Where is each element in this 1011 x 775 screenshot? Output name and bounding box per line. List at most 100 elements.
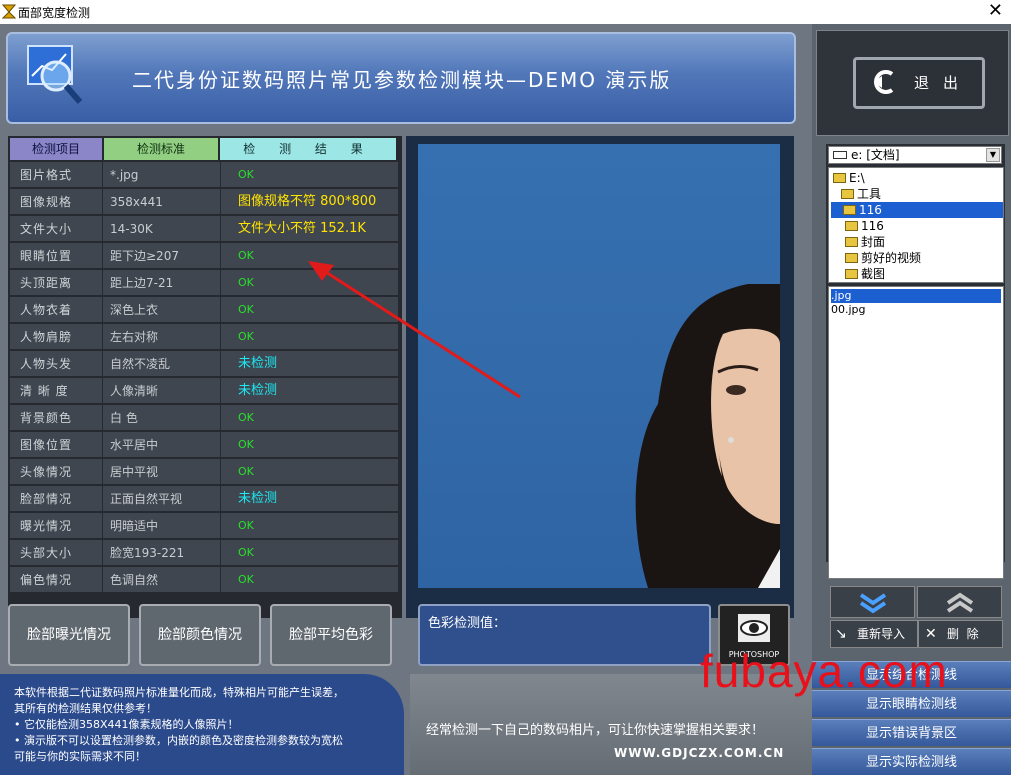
- cell-standard: 水平居中: [110, 438, 159, 452]
- cell-standard: 脸宽193-221: [110, 546, 185, 560]
- dir-item-selected[interactable]: 116: [831, 202, 1003, 218]
- table-row: 头像情况 居中平视 OK: [10, 459, 398, 485]
- cell-item: 人物衣着: [20, 303, 73, 317]
- table-row: 背景颜色 白 色 OK: [10, 405, 398, 431]
- cell-standard: 自然不凌乱: [110, 357, 171, 371]
- cell-standard: 人像清晰: [110, 384, 159, 398]
- header-banner: 二代身份证数码照片常见参数检测模块—DEMO 演示版: [6, 32, 796, 124]
- delete-label: 删 除: [947, 627, 979, 641]
- drive-select[interactable]: e: [文档] ▼: [828, 146, 1002, 164]
- show-bad-background-button[interactable]: 显示错误背景区: [812, 719, 1011, 746]
- exit-button[interactable]: 退出: [853, 57, 985, 109]
- footer-url: WWW.GDJCZX.COM.CN: [614, 746, 785, 760]
- cell-item: 文件大小: [20, 222, 73, 236]
- file-item[interactable]: 00.jpg: [831, 303, 866, 317]
- cell-item: 头部大小: [20, 546, 73, 560]
- title-bar: 面部宽度检测 ✕: [0, 0, 1011, 24]
- watermark: fubaya.com: [700, 645, 948, 697]
- cell-standard: 深色上衣: [110, 303, 159, 317]
- drive-icon: [833, 151, 847, 159]
- header-standard: 检测标准: [104, 138, 218, 160]
- info-bullet-2: • 演示版不可以设置检测参数，内嵌的颜色及密度检测参数较为宽松: [14, 734, 343, 747]
- folder-icon: [845, 269, 858, 279]
- face-exposure-button[interactable]: 脸部曝光情况: [8, 604, 130, 666]
- dir-item[interactable]: 116: [845, 218, 884, 234]
- info-panel: 本软件根据二代证数码照片标准量化而成，特殊相片可能产生误差， 其所有的检测结果仅…: [0, 674, 404, 775]
- color-value-label: 色彩检测值：: [428, 616, 507, 631]
- cell-item: 脸部情况: [20, 492, 73, 506]
- app-window: 面部宽度检测 ✕ 二代身份证数码照片常见参数检测模块—DEMO 演示版 检测项目…: [0, 0, 1011, 775]
- scroll-up-button[interactable]: [917, 586, 1002, 618]
- show-actual-lines-button[interactable]: 显示实际检测线: [812, 748, 1011, 775]
- double-chevron-up-icon: [946, 592, 974, 613]
- table-row: 文件大小 14-30K 文件大小不符 152.1K: [10, 216, 398, 242]
- app-icon: [2, 4, 16, 19]
- table-row: 脸部情况 正面自然平视 未检测: [10, 486, 398, 512]
- folder-icon: [845, 253, 858, 263]
- info-bullet-3: 可能与你的实际需求不同！: [14, 750, 146, 763]
- cell-standard: 明暗适中: [110, 519, 159, 533]
- folder-open-icon: [833, 173, 846, 183]
- cell-standard: 358x441: [110, 195, 163, 209]
- info-bullet-1: • 它仅能检测358X441像素规格的人像照片！: [14, 718, 239, 731]
- info-intro: 本软件根据二代证数码照片标准量化而成，特殊相片可能产生误差，: [14, 686, 344, 699]
- cell-result: OK: [238, 519, 254, 532]
- header-item: 检测项目: [10, 138, 102, 160]
- cell-standard: 居中平视: [110, 465, 159, 479]
- annotation-arrow-icon: [308, 261, 521, 399]
- exit-label: 退出: [914, 74, 973, 92]
- cell-item: 清 晰 度: [20, 384, 69, 398]
- cell-item: 人物头发: [20, 357, 73, 371]
- exit-area: 退出: [816, 30, 1009, 136]
- cell-result: OK: [238, 546, 254, 559]
- cell-result: 文件大小不符 152.1K: [238, 221, 366, 236]
- close-icon[interactable]: ✕: [988, 1, 1003, 21]
- eye-icon: [738, 614, 770, 642]
- cell-item: 曝光情况: [20, 519, 73, 533]
- dir-item[interactable]: 剪好的视频: [845, 250, 921, 266]
- cell-item: 眼睛位置: [20, 249, 73, 263]
- dir-item[interactable]: 截图: [845, 266, 885, 282]
- cell-item: 图像位置: [20, 438, 73, 452]
- cell-standard: 正面自然平视: [110, 492, 183, 506]
- folder-icon: [845, 237, 858, 247]
- table-row: 曝光情况 明暗适中 OK: [10, 513, 398, 539]
- cell-standard: 白 色: [110, 411, 138, 425]
- dir-item[interactable]: E:\: [833, 170, 865, 186]
- folder-icon: [845, 221, 858, 231]
- info-intro2: 其所有的检测结果仅供参考！: [14, 702, 157, 715]
- cell-item: 图像规格: [20, 195, 73, 209]
- file-list[interactable]: .jpg 00.jpg: [828, 286, 1004, 579]
- cell-standard: 色调自然: [110, 573, 159, 587]
- table-row: 偏色情况 色调自然 OK: [10, 567, 398, 593]
- cell-item: 人物肩膀: [20, 330, 73, 344]
- dir-item[interactable]: 封面: [845, 234, 885, 250]
- cell-result: OK: [238, 465, 254, 478]
- directory-list[interactable]: E:\ 工具 116 116 封面 剪好的视频 截图: [828, 167, 1004, 283]
- cell-standard: 14-30K: [110, 222, 153, 236]
- folder-open-icon: [841, 189, 854, 199]
- back-arrow-icon: [874, 70, 894, 94]
- scroll-down-button[interactable]: [830, 586, 915, 618]
- face-color-button[interactable]: 脸部颜色情况: [139, 604, 261, 666]
- cell-standard: 距上边7-21: [110, 276, 174, 290]
- cell-result: OK: [238, 168, 254, 181]
- dir-item[interactable]: 工具: [841, 186, 881, 202]
- chevron-down-icon[interactable]: ▼: [986, 148, 1000, 162]
- cell-item: 头像情况: [20, 465, 73, 479]
- cell-item: 偏色情况: [20, 573, 73, 587]
- cell-result: OK: [238, 438, 254, 451]
- footer-tip: 经常检测一下自己的数码相片，可让你快速掌握相关要求！: [426, 723, 765, 738]
- magnifier-chart-icon: [27, 45, 83, 104]
- cell-standard: 左右对称: [110, 330, 159, 344]
- face-avg-color-button[interactable]: 脸部平均色彩: [270, 604, 392, 666]
- cell-result: OK: [238, 411, 254, 424]
- header-result: 检 测 结 果: [220, 138, 396, 160]
- main-panel: 二代身份证数码照片常见参数检测模块—DEMO 演示版 检测项目 检测标准 检 测…: [0, 24, 812, 775]
- table-row: 图像规格 358x441 图像规格不符 800*800: [10, 189, 398, 215]
- table-row: 头部大小 脸宽193-221 OK: [10, 540, 398, 566]
- window-title: 面部宽度检测: [18, 6, 91, 20]
- file-item-selected[interactable]: .jpg: [831, 289, 1001, 303]
- cell-standard: *.jpg: [110, 168, 139, 182]
- cell-result: 未检测: [238, 491, 278, 506]
